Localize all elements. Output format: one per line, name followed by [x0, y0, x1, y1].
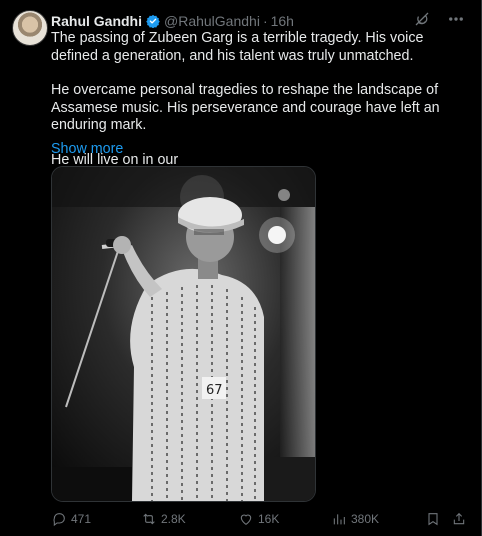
- repost-button[interactable]: 2.8K: [141, 511, 186, 527]
- share-icon: [453, 512, 465, 525]
- repost-icon: [143, 513, 155, 525]
- show-more-link[interactable]: Show more: [51, 141, 123, 157]
- view-count: 380K: [351, 512, 380, 526]
- views-button[interactable]: 380K: [331, 511, 379, 527]
- author-name[interactable]: Rahul Gandhi: [51, 13, 142, 29]
- header-separator: ·: [262, 13, 268, 29]
- views-icon: [333, 514, 345, 525]
- tweet-paragraph-1: The passing of Zubeen Garg is a terrible…: [51, 30, 424, 64]
- tweet-header: Rahul Gandhi @RahulGandhi · 16h: [51, 12, 294, 30]
- more-options-icon[interactable]: [447, 10, 465, 28]
- like-button[interactable]: 16K: [238, 511, 279, 527]
- author-handle[interactable]: @RahulGandhi: [164, 13, 260, 29]
- avatar[interactable]: [12, 10, 48, 46]
- tweet-card[interactable]: Rahul Gandhi @RahulGandhi · 16h The pass…: [0, 0, 482, 536]
- heart-icon: [240, 514, 252, 525]
- share-button[interactable]: [451, 511, 467, 527]
- grok-icon[interactable]: [413, 10, 431, 28]
- svg-text:67: 67: [206, 383, 223, 398]
- tweet-paragraph-2: He overcame personal tragedies to reshap…: [51, 82, 440, 133]
- reply-button[interactable]: 471: [51, 511, 91, 527]
- repost-count: 2.8K: [161, 512, 186, 526]
- bookmark-button[interactable]: [425, 511, 441, 527]
- like-count: 16K: [258, 512, 280, 526]
- bookmark-icon: [428, 513, 438, 526]
- tweet-top-actions: [413, 10, 465, 28]
- timestamp[interactable]: 16h: [271, 13, 294, 29]
- reply-icon: [53, 513, 65, 527]
- reply-count: 471: [71, 512, 92, 526]
- tweet-photo[interactable]: 67: [51, 166, 316, 502]
- tweet-actions-bar: 471 2.8K 16K 380K: [51, 511, 471, 529]
- singer-performing-photo: 67: [52, 167, 315, 501]
- verified-badge-icon: [146, 14, 160, 28]
